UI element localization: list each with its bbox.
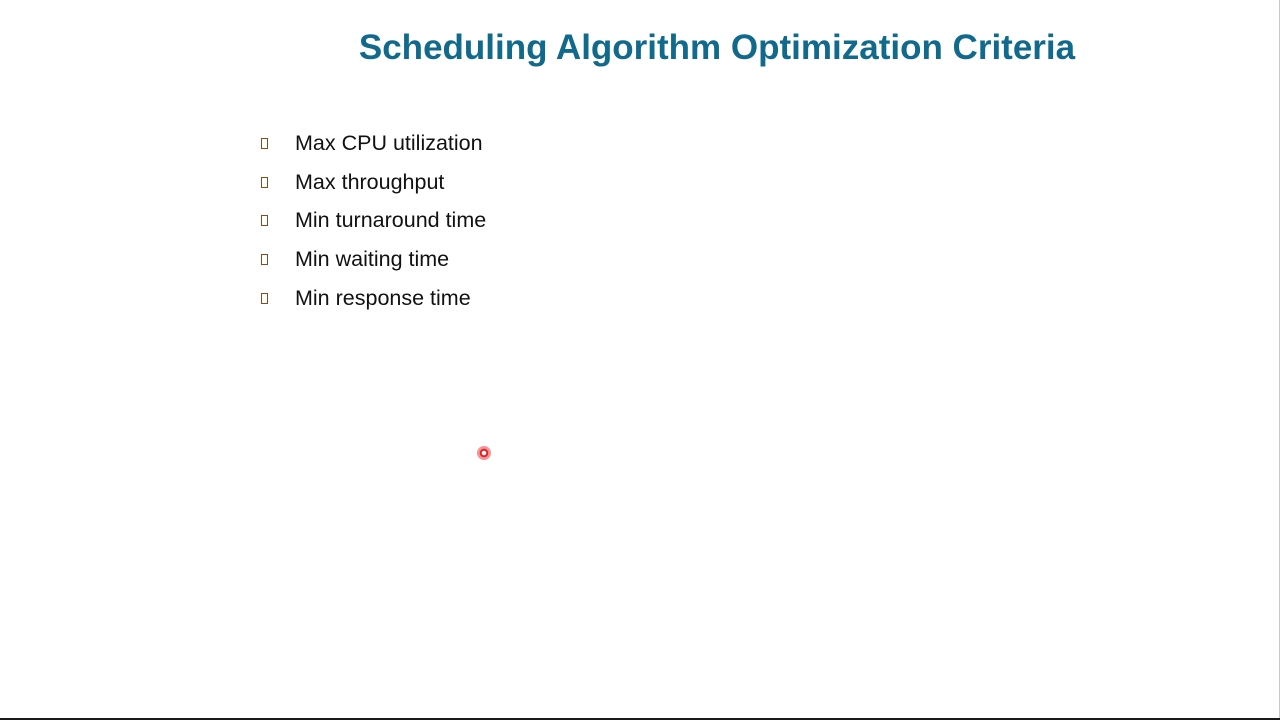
bullet-list: Max CPU utilization Max throughput Min t… <box>258 124 486 318</box>
bullet-text: Min response time <box>295 286 471 311</box>
list-item: Min response time <box>258 279 486 318</box>
laser-pointer-icon <box>477 446 491 460</box>
bullet-text: Min waiting time <box>295 247 450 272</box>
bullet-text: Max throughput <box>295 169 445 194</box>
slide-title: Scheduling Algorithm Optimization Criter… <box>358 28 1076 67</box>
square-bullet-icon <box>261 137 268 149</box>
square-bullet-icon <box>261 254 268 266</box>
list-item: Max throughput <box>258 163 486 202</box>
list-item: Min waiting time <box>258 240 486 279</box>
square-bullet-icon <box>261 293 268 305</box>
list-item: Max CPU utilization <box>258 124 486 163</box>
bullet-text: Min turnaround time <box>295 208 487 233</box>
square-bullet-icon <box>261 215 268 227</box>
bullet-text: Max CPU utilization <box>295 130 483 155</box>
square-bullet-icon <box>261 176 268 188</box>
presentation-slide: Scheduling Algorithm Optimization Criter… <box>0 0 1280 720</box>
list-item: Min turnaround time <box>258 202 486 241</box>
